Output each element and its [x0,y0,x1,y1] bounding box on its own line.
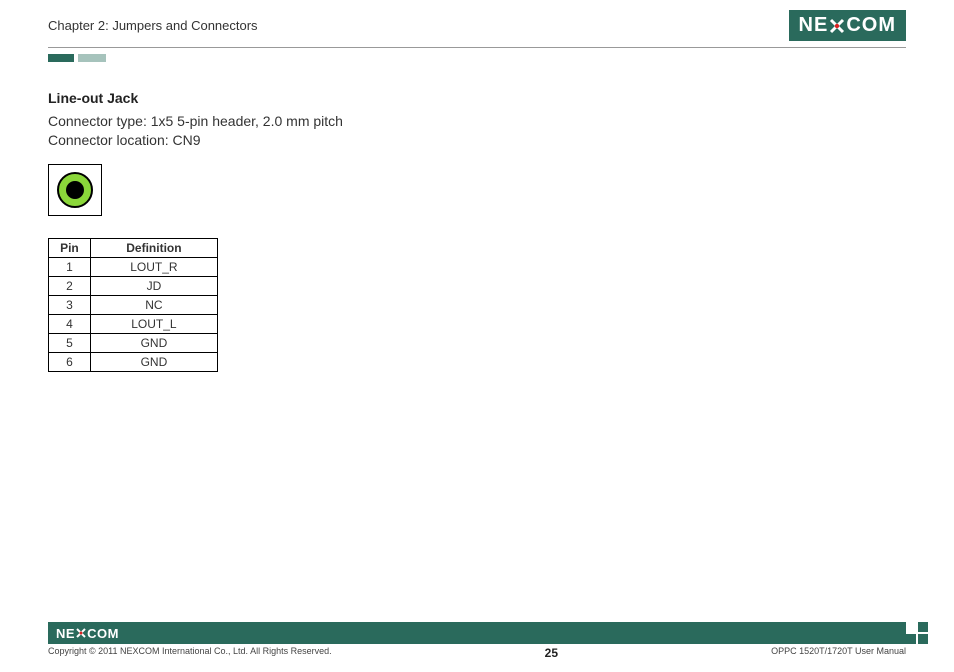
def-cell: GND [90,352,217,371]
def-cell: GND [90,333,217,352]
table-row: 6 GND [49,352,218,371]
def-cell: NC [90,295,217,314]
jack-outer-ring [57,172,93,208]
section-heading: Line-out Jack [48,90,906,106]
page-header: Chapter 2: Jumpers and Connectors NE COM [0,0,954,47]
manual-name: OPPC 1520T/1720T User Manual [771,646,906,660]
footer-logo-x-icon [75,627,87,639]
def-cell: JD [90,276,217,295]
pin-cell: 5 [49,333,91,352]
pin-definition-table: Pin Definition 1 LOUT_R 2 JD 3 NC 4 LOUT… [48,238,218,372]
def-cell: LOUT_L [90,314,217,333]
pin-cell: 1 [49,257,91,276]
sq-fill [918,622,928,632]
footer-logo-post: COM [87,626,119,641]
copyright-text: Copyright © 2011 NEXCOM International Co… [48,646,332,660]
footer-logo: NE COM [56,626,119,641]
accent-strip [48,54,954,62]
logo-x-icon [828,17,846,35]
logo-text: NE COM [799,14,896,37]
col-def-header: Definition [90,238,217,257]
lineout-jack-diagram [48,164,102,216]
page-footer: NE COM Copyright © 2011 NEXCOM Internati… [0,622,954,672]
footer-decor-squares [906,622,928,644]
pin-cell: 6 [49,352,91,371]
connector-type: Connector type: 1x5 5-pin header, 2.0 mm… [48,112,906,131]
logo-pre: NE [799,14,829,37]
pin-cell: 4 [49,314,91,333]
pin-cell: 2 [49,276,91,295]
table-row: 3 NC [49,295,218,314]
table-row: 2 JD [49,276,218,295]
logo-post: COM [846,14,896,37]
sq-blank [906,622,916,632]
table-row: 5 GND [49,333,218,352]
sq-fill [906,634,916,644]
accent-light [78,54,106,62]
page-number-wrap: 25 [332,646,771,660]
sq-fill [918,634,928,644]
connector-location: Connector location: CN9 [48,131,906,150]
accent-dark [48,54,74,62]
table-row: 1 LOUT_R [49,257,218,276]
header-rule [48,47,906,48]
page-number: 25 [545,646,558,660]
table-row: 4 LOUT_L [49,314,218,333]
footer-meta: Copyright © 2011 NEXCOM International Co… [48,646,906,660]
page-content: Line-out Jack Connector type: 1x5 5-pin … [0,62,954,372]
pin-cell: 3 [49,295,91,314]
brand-logo: NE COM [789,10,906,41]
chapter-title: Chapter 2: Jumpers and Connectors [48,18,258,33]
table-header-row: Pin Definition [49,238,218,257]
jack-inner-circle [66,181,84,199]
def-cell: LOUT_R [90,257,217,276]
col-pin-header: Pin [49,238,91,257]
footer-bar: NE COM [48,622,906,644]
footer-logo-pre: NE [56,626,75,641]
